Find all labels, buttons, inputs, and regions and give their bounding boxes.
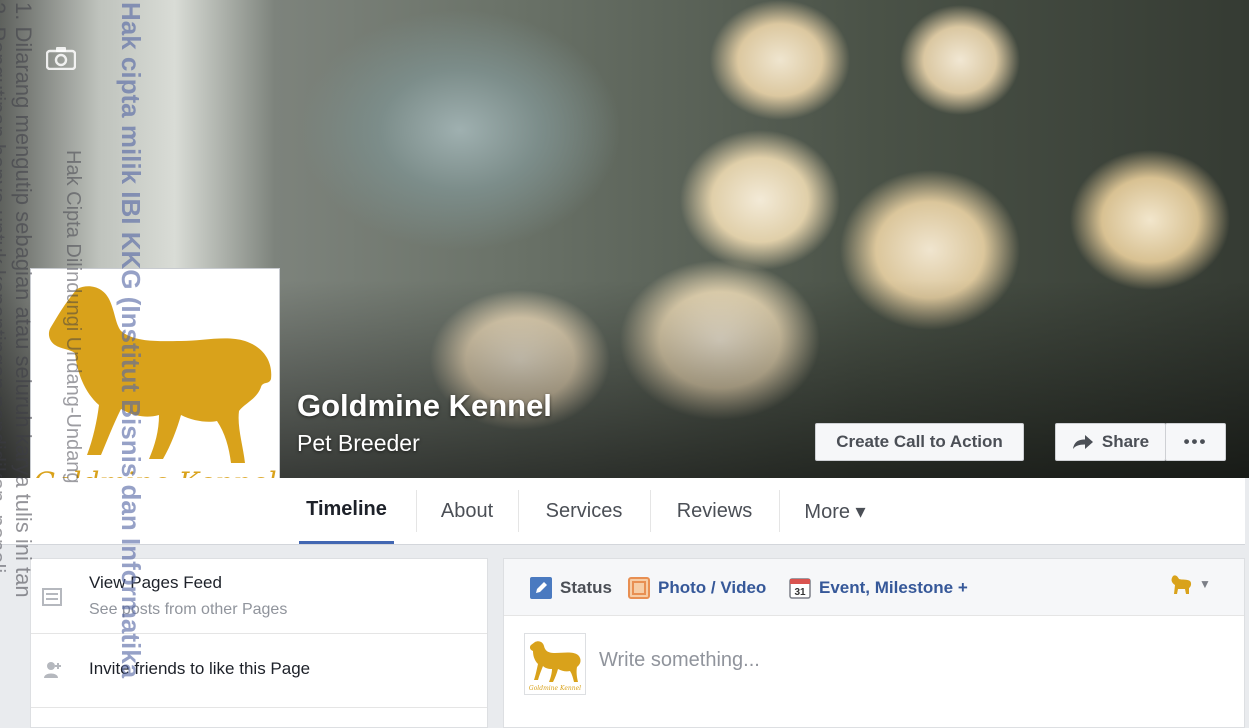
create-call-to-action-button[interactable]: Create Call to Action xyxy=(815,423,1024,461)
tab-more[interactable]: More ▾ xyxy=(780,478,890,544)
calendar-icon: 31 xyxy=(789,578,811,599)
share-label: Share xyxy=(1101,432,1150,451)
tab-status[interactable]: Status xyxy=(530,577,612,599)
composer-tabs: Status Photo / Video 31 Event, Milestone… xyxy=(504,559,1244,616)
logo-wordmark: Goldmine Kennel xyxy=(529,685,581,692)
tab-timeline[interactable]: Timeline xyxy=(299,478,394,544)
write-something-input[interactable]: Write something... xyxy=(599,649,760,672)
share-arrow-icon xyxy=(1072,435,1093,449)
invite-friends-link[interactable]: Invite friends to like this Page xyxy=(89,659,310,679)
more-options-button[interactable]: ••• xyxy=(1165,423,1226,461)
pages-feed-icon xyxy=(42,588,62,606)
tab-services[interactable]: Services xyxy=(519,478,649,544)
page-title[interactable]: Goldmine Kennel xyxy=(297,388,552,424)
cta-label: Create Call to Action xyxy=(836,432,1003,451)
view-pages-feed-subtitle: See posts from other Pages xyxy=(89,601,288,618)
photo-icon xyxy=(628,577,650,599)
composer-avatar: Goldmine Kennel xyxy=(524,633,586,695)
post-as-selector[interactable]: ▼ xyxy=(1169,573,1211,595)
view-pages-feed-link[interactable]: View Pages Feed xyxy=(89,573,222,593)
pencil-icon xyxy=(530,577,552,599)
invite-friends-icon xyxy=(44,662,61,678)
golden-retriever-logo: Goldmine Kennel xyxy=(529,641,581,692)
dog-avatar-icon xyxy=(1171,575,1192,594)
tab-about[interactable]: About xyxy=(417,478,517,544)
page-shortcuts-card: View Pages Feed See posts from other Pag… xyxy=(30,558,488,728)
tab-photo-video[interactable]: Photo / Video xyxy=(628,577,766,599)
share-button[interactable]: Share xyxy=(1055,423,1166,461)
camera-icon[interactable] xyxy=(46,46,76,70)
more-options-label: ••• xyxy=(1183,432,1208,451)
page-category[interactable]: Pet Breeder xyxy=(297,430,420,457)
svg-text:31: 31 xyxy=(794,587,806,598)
tab-event-milestone[interactable]: 31 Event, Milestone + xyxy=(789,577,968,599)
view-pages-feed-row[interactable]: View Pages Feed See posts from other Pag… xyxy=(31,559,487,634)
page-nav-bar: Timeline About Services Reviews More ▾ xyxy=(0,478,1245,545)
chevron-down-icon: ▼ xyxy=(1199,577,1211,591)
invite-friends-row[interactable]: Invite friends to like this Page xyxy=(31,633,487,708)
tab-reviews[interactable]: Reviews xyxy=(651,478,778,544)
post-composer: Status Photo / Video 31 Event, Milestone… xyxy=(503,558,1245,728)
